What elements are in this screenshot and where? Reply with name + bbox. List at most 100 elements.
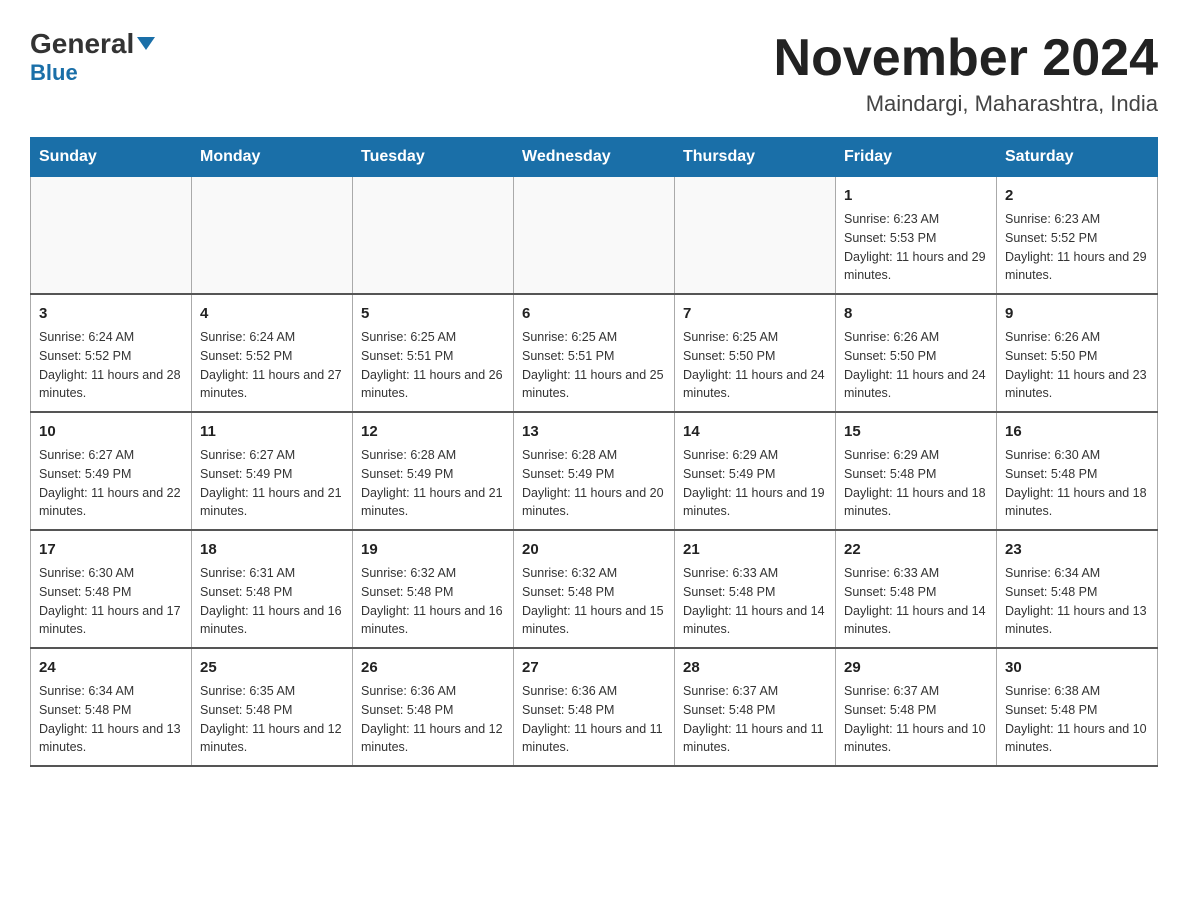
calendar-day-cell: 24 Sunrise: 6:34 AM Sunset: 5:48 PM Dayli… — [31, 648, 192, 766]
day-sun-info: Sunrise: 6:31 AM Sunset: 5:48 PM Dayligh… — [200, 564, 344, 639]
day-sun-info: Sunrise: 6:26 AM Sunset: 5:50 PM Dayligh… — [844, 328, 988, 403]
calendar-week-row: 17 Sunrise: 6:30 AM Sunset: 5:48 PM Dayli… — [31, 530, 1158, 648]
logo: General Blue — [30, 30, 155, 86]
day-number: 2 — [1005, 185, 1149, 206]
day-of-week-header: Thursday — [675, 138, 836, 177]
calendar-day-cell: 30 Sunrise: 6:38 AM Sunset: 5:48 PM Dayli… — [997, 648, 1158, 766]
calendar-day-cell: 14 Sunrise: 6:29 AM Sunset: 5:49 PM Dayli… — [675, 412, 836, 530]
day-sun-info: Sunrise: 6:33 AM Sunset: 5:48 PM Dayligh… — [683, 564, 827, 639]
day-number: 24 — [39, 657, 183, 678]
logo-blue: Blue — [30, 60, 78, 86]
calendar-day-cell: 2 Sunrise: 6:23 AM Sunset: 5:52 PM Daylig… — [997, 177, 1158, 295]
day-number: 5 — [361, 303, 505, 324]
calendar-day-cell: 10Sunrise: 6:27 AM Sunset: 5:49 PM Dayli… — [31, 412, 192, 530]
day-sun-info: Sunrise: 6:37 AM Sunset: 5:48 PM Dayligh… — [683, 682, 827, 757]
day-sun-info: Sunrise: 6:36 AM Sunset: 5:48 PM Dayligh… — [361, 682, 505, 757]
calendar-day-cell: 15 Sunrise: 6:29 AM Sunset: 5:48 PM Dayli… — [836, 412, 997, 530]
day-sun-info: Sunrise: 6:26 AM Sunset: 5:50 PM Dayligh… — [1005, 328, 1149, 403]
calendar-day-cell: 25 Sunrise: 6:35 AM Sunset: 5:48 PM Dayli… — [192, 648, 353, 766]
day-number: 18 — [200, 539, 344, 560]
calendar-day-cell: 13 Sunrise: 6:28 AM Sunset: 5:49 PM Dayli… — [514, 412, 675, 530]
calendar-day-cell — [31, 177, 192, 295]
day-sun-info: Sunrise: 6:34 AM Sunset: 5:48 PM Dayligh… — [1005, 564, 1149, 639]
calendar-week-row: 3 Sunrise: 6:24 AM Sunset: 5:52 PM Daylig… — [31, 294, 1158, 412]
day-number: 6 — [522, 303, 666, 324]
day-sun-info: Sunrise: 6:29 AM Sunset: 5:49 PM Dayligh… — [683, 446, 827, 521]
day-of-week-header: Sunday — [31, 138, 192, 177]
day-of-week-header: Friday — [836, 138, 997, 177]
day-of-week-header: Saturday — [997, 138, 1158, 177]
day-sun-info: Sunrise: 6:34 AM Sunset: 5:48 PM Dayligh… — [39, 682, 183, 757]
day-sun-info: Sunrise: 6:28 AM Sunset: 5:49 PM Dayligh… — [522, 446, 666, 521]
calendar-day-cell: 27 Sunrise: 6:36 AM Sunset: 5:48 PM Dayli… — [514, 648, 675, 766]
day-number: 22 — [844, 539, 988, 560]
day-number: 21 — [683, 539, 827, 560]
day-number: 26 — [361, 657, 505, 678]
calendar-day-cell: 7 Sunrise: 6:25 AM Sunset: 5:50 PM Daylig… — [675, 294, 836, 412]
day-number: 10 — [39, 421, 183, 442]
calendar-day-cell: 22 Sunrise: 6:33 AM Sunset: 5:48 PM Dayli… — [836, 530, 997, 648]
day-sun-info: Sunrise: 6:32 AM Sunset: 5:48 PM Dayligh… — [522, 564, 666, 639]
calendar-day-cell: 28 Sunrise: 6:37 AM Sunset: 5:48 PM Dayli… — [675, 648, 836, 766]
day-sun-info: Sunrise: 6:23 AM Sunset: 5:52 PM Dayligh… — [1005, 210, 1149, 285]
day-number: 16 — [1005, 421, 1149, 442]
day-number: 13 — [522, 421, 666, 442]
calendar-day-cell: 12 Sunrise: 6:28 AM Sunset: 5:49 PM Dayli… — [353, 412, 514, 530]
day-number: 9 — [1005, 303, 1149, 324]
day-number: 17 — [39, 539, 183, 560]
day-sun-info: Sunrise: 6:28 AM Sunset: 5:49 PM Dayligh… — [361, 446, 505, 521]
day-sun-info: Sunrise: 6:30 AM Sunset: 5:48 PM Dayligh… — [1005, 446, 1149, 521]
day-number: 27 — [522, 657, 666, 678]
day-number: 8 — [844, 303, 988, 324]
day-sun-info: Sunrise: 6:29 AM Sunset: 5:48 PM Dayligh… — [844, 446, 988, 521]
day-number: 29 — [844, 657, 988, 678]
calendar-day-cell: 9 Sunrise: 6:26 AM Sunset: 5:50 PM Daylig… — [997, 294, 1158, 412]
day-sun-info: Sunrise: 6:25 AM Sunset: 5:51 PM Dayligh… — [522, 328, 666, 403]
day-number: 25 — [200, 657, 344, 678]
title-block: November 2024 Maindargi, Maharashtra, In… — [774, 30, 1158, 117]
day-number: 4 — [200, 303, 344, 324]
day-sun-info: Sunrise: 6:38 AM Sunset: 5:48 PM Dayligh… — [1005, 682, 1149, 757]
logo-general: General — [30, 30, 155, 58]
day-sun-info: Sunrise: 6:33 AM Sunset: 5:48 PM Dayligh… — [844, 564, 988, 639]
calendar-day-cell: 4 Sunrise: 6:24 AM Sunset: 5:52 PM Daylig… — [192, 294, 353, 412]
day-sun-info: Sunrise: 6:24 AM Sunset: 5:52 PM Dayligh… — [200, 328, 344, 403]
day-number: 30 — [1005, 657, 1149, 678]
calendar-day-cell — [353, 177, 514, 295]
calendar-table: SundayMondayTuesdayWednesdayThursdayFrid… — [30, 137, 1158, 767]
day-sun-info: Sunrise: 6:30 AM Sunset: 5:48 PM Dayligh… — [39, 564, 183, 639]
day-number: 11 — [200, 421, 344, 442]
calendar-day-cell — [514, 177, 675, 295]
day-number: 14 — [683, 421, 827, 442]
day-sun-info: Sunrise: 6:25 AM Sunset: 5:50 PM Dayligh… — [683, 328, 827, 403]
calendar-day-cell: 29 Sunrise: 6:37 AM Sunset: 5:48 PM Dayli… — [836, 648, 997, 766]
calendar-day-cell: 5Sunrise: 6:25 AM Sunset: 5:51 PM Daylig… — [353, 294, 514, 412]
day-sun-info: Sunrise: 6:37 AM Sunset: 5:48 PM Dayligh… — [844, 682, 988, 757]
calendar-header-row: SundayMondayTuesdayWednesdayThursdayFrid… — [31, 138, 1158, 177]
day-sun-info: Sunrise: 6:32 AM Sunset: 5:48 PM Dayligh… — [361, 564, 505, 639]
day-number: 1 — [844, 185, 988, 206]
calendar-week-row: 10Sunrise: 6:27 AM Sunset: 5:49 PM Dayli… — [31, 412, 1158, 530]
day-of-week-header: Monday — [192, 138, 353, 177]
day-sun-info: Sunrise: 6:36 AM Sunset: 5:48 PM Dayligh… — [522, 682, 666, 757]
day-number: 12 — [361, 421, 505, 442]
day-sun-info: Sunrise: 6:23 AM Sunset: 5:53 PM Dayligh… — [844, 210, 988, 285]
day-number: 15 — [844, 421, 988, 442]
month-title: November 2024 — [774, 30, 1158, 87]
calendar-day-cell: 16 Sunrise: 6:30 AM Sunset: 5:48 PM Dayli… — [997, 412, 1158, 530]
calendar-day-cell — [192, 177, 353, 295]
calendar-day-cell: 11Sunrise: 6:27 AM Sunset: 5:49 PM Dayli… — [192, 412, 353, 530]
calendar-day-cell — [675, 177, 836, 295]
day-number: 28 — [683, 657, 827, 678]
calendar-day-cell: 20Sunrise: 6:32 AM Sunset: 5:48 PM Dayli… — [514, 530, 675, 648]
day-number: 23 — [1005, 539, 1149, 560]
calendar-day-cell: 1 Sunrise: 6:23 AM Sunset: 5:53 PM Daylig… — [836, 177, 997, 295]
day-number: 7 — [683, 303, 827, 324]
day-number: 3 — [39, 303, 183, 324]
day-sun-info: Sunrise: 6:35 AM Sunset: 5:48 PM Dayligh… — [200, 682, 344, 757]
calendar-day-cell: 8 Sunrise: 6:26 AM Sunset: 5:50 PM Daylig… — [836, 294, 997, 412]
calendar-day-cell: 6 Sunrise: 6:25 AM Sunset: 5:51 PM Daylig… — [514, 294, 675, 412]
day-of-week-header: Tuesday — [353, 138, 514, 177]
calendar-day-cell: 3Sunrise: 6:24 AM Sunset: 5:52 PM Daylig… — [31, 294, 192, 412]
calendar-day-cell: 26 Sunrise: 6:36 AM Sunset: 5:48 PM Dayli… — [353, 648, 514, 766]
